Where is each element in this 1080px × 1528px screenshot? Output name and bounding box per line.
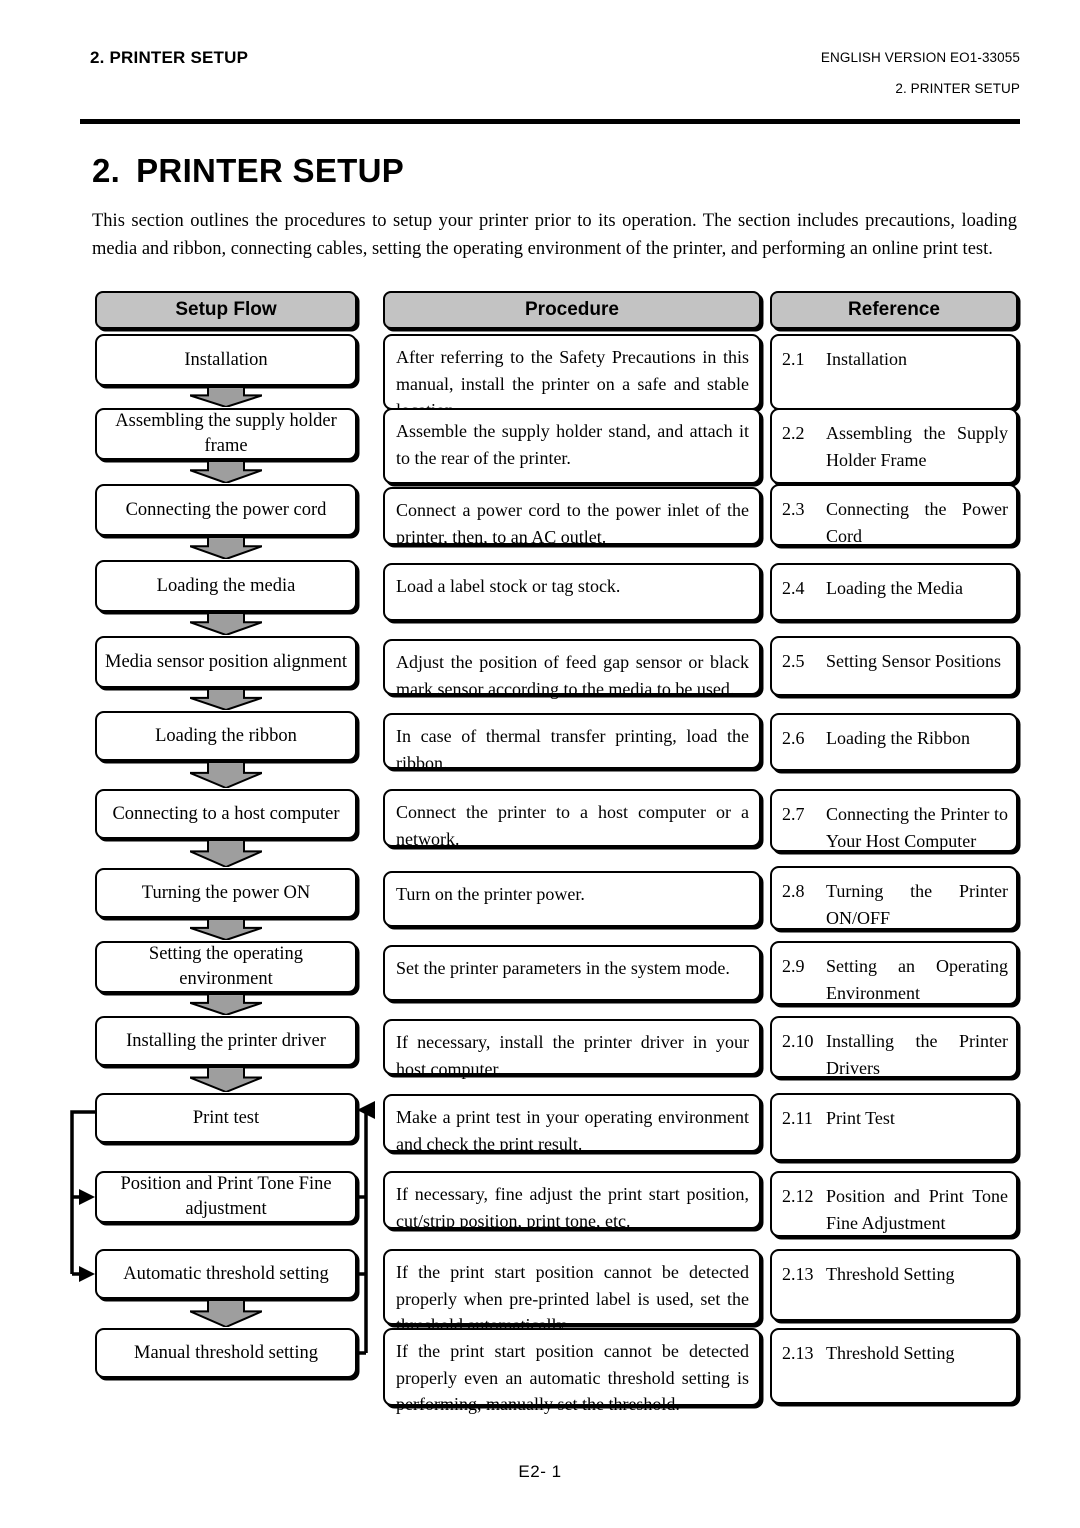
- page-footer: E2- 1: [518, 1462, 562, 1481]
- feedback-loop-right: [0, 0, 1080, 1528]
- setup-flow-table: Setup Flow Procedure Reference Installation…: [0, 0, 1080, 1528]
